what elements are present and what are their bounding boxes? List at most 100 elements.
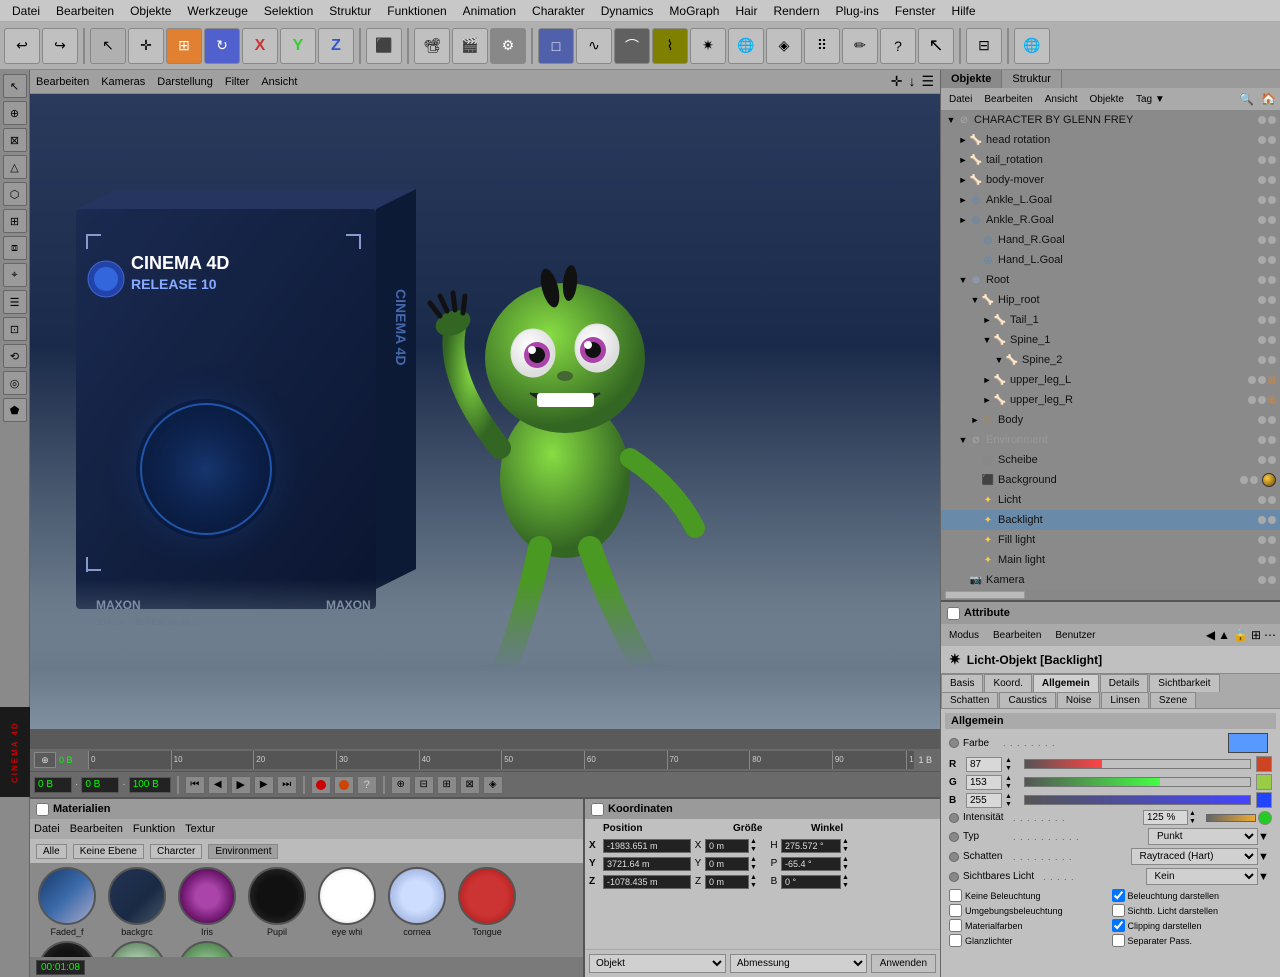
obj-ansicht[interactable]: Ansicht bbox=[1041, 93, 1082, 106]
attr-tab-koord[interactable]: Koord. bbox=[984, 674, 1031, 692]
dot1-21[interactable] bbox=[1258, 536, 1266, 544]
expand-10[interactable]: ► bbox=[981, 315, 993, 325]
vp-icon-down[interactable]: ↓ bbox=[908, 73, 915, 90]
record-pos-btn[interactable] bbox=[334, 776, 354, 794]
cb-umgebungs-input[interactable] bbox=[949, 904, 962, 917]
obj-row-spine_2[interactable]: ▼ 🦴 Spine_2 bbox=[941, 350, 1280, 370]
left-tool-13[interactable]: ⬟ bbox=[3, 398, 27, 422]
obj-datei[interactable]: Datei bbox=[945, 93, 976, 106]
dot1-2[interactable] bbox=[1258, 156, 1266, 164]
material-swatch-Pupil[interactable]: Pupil bbox=[244, 867, 310, 937]
timeline-goto-start[interactable]: ⊕ bbox=[34, 752, 56, 768]
render-btn[interactable]: 📽 bbox=[414, 28, 450, 64]
farbe-toggle[interactable] bbox=[949, 738, 959, 748]
dot2-11[interactable] bbox=[1268, 336, 1276, 344]
menu-mograph[interactable]: MoGraph bbox=[661, 2, 727, 20]
size-x-input[interactable] bbox=[705, 839, 749, 853]
intensity-input[interactable] bbox=[1143, 810, 1188, 825]
vp-ansicht[interactable]: Ansicht bbox=[261, 76, 297, 88]
dot2-8[interactable] bbox=[1268, 276, 1276, 284]
material-swatch-Fingern[interactable]: Fingern bbox=[34, 941, 100, 957]
pos-y-input[interactable] bbox=[603, 857, 691, 871]
keyframe-btn2[interactable]: ⊟ bbox=[414, 776, 434, 794]
size-z-input[interactable] bbox=[705, 875, 749, 889]
vp-bearbeiten[interactable]: Bearbeiten bbox=[36, 76, 89, 88]
dot1-22[interactable] bbox=[1258, 556, 1266, 564]
dot1-11[interactable] bbox=[1258, 336, 1266, 344]
expand-11[interactable]: ▼ bbox=[981, 335, 993, 345]
dot1-12[interactable] bbox=[1258, 356, 1266, 364]
obj-row-fill-light[interactable]: ✦ Fill light bbox=[941, 530, 1280, 550]
play-btn[interactable]: ▶ bbox=[231, 776, 251, 794]
rotate-tool[interactable]: ↻ bbox=[204, 28, 240, 64]
schatten-toggle[interactable] bbox=[949, 852, 959, 862]
left-tool-6[interactable]: ⊞ bbox=[3, 209, 27, 233]
goto-end-btn[interactable]: ⏭ bbox=[277, 776, 297, 794]
dot2-19[interactable] bbox=[1268, 496, 1276, 504]
attr-back-icon[interactable]: ◀ bbox=[1206, 628, 1215, 642]
dot2-4[interactable] bbox=[1268, 196, 1276, 204]
dot2-20[interactable] bbox=[1268, 516, 1276, 524]
left-tool-2[interactable]: ⊕ bbox=[3, 101, 27, 125]
menu-bearbeiten[interactable]: Bearbeiten bbox=[48, 2, 122, 20]
expand-2[interactable]: ► bbox=[957, 155, 969, 165]
dot2-0[interactable] bbox=[1268, 116, 1276, 124]
light-btn[interactable]: ✷ bbox=[690, 28, 726, 64]
mat-funktion[interactable]: Funktion bbox=[133, 823, 175, 835]
rgb-g-arrows[interactable]: ▲▼ bbox=[1005, 775, 1021, 790]
rgb-g-input[interactable] bbox=[966, 775, 1002, 790]
attr-tab-sichtbarkeit[interactable]: Sichtbarkeit bbox=[1149, 674, 1219, 692]
coord-select-mode[interactable]: Objekt Welt bbox=[589, 954, 726, 973]
dot2-15[interactable] bbox=[1268, 416, 1276, 424]
sichtbares-toggle[interactable] bbox=[949, 872, 959, 882]
material-swatch-Iris[interactable]: Iris bbox=[174, 867, 240, 937]
color-swatch[interactable] bbox=[1228, 733, 1268, 753]
obj-row-body-mover[interactable]: ► 🦴 body-mover bbox=[941, 170, 1280, 190]
obj-row-tail_rotation[interactable]: ► 🦴 tail_rotation bbox=[941, 150, 1280, 170]
attr-tab-caustics[interactable]: Caustics bbox=[999, 692, 1055, 708]
dot1-14[interactable] bbox=[1248, 396, 1256, 404]
rgb-g-slider[interactable] bbox=[1024, 777, 1251, 787]
left-select[interactable]: ↖ bbox=[3, 74, 27, 98]
angle-b-arrows[interactable]: ▲▼ bbox=[842, 874, 858, 889]
obj-row-head-rotation[interactable]: ► 🦴 head rotation bbox=[941, 130, 1280, 150]
menu-dynamics[interactable]: Dynamics bbox=[593, 2, 662, 20]
dot2-22[interactable] bbox=[1268, 556, 1276, 564]
expand-4[interactable]: ► bbox=[957, 195, 969, 205]
angle-p-arrows[interactable]: ▲▼ bbox=[842, 856, 858, 871]
expand-5[interactable]: ► bbox=[957, 215, 969, 225]
deform-btn[interactable]: ⌇ bbox=[652, 28, 688, 64]
rgb-r-input[interactable] bbox=[966, 757, 1002, 772]
obj-row-kamera[interactable]: 📷 Kamera bbox=[941, 570, 1280, 590]
material-swatch-eye whi[interactable]: eye whi bbox=[314, 867, 380, 937]
dot1-9[interactable] bbox=[1258, 296, 1266, 304]
dot2-7[interactable] bbox=[1268, 256, 1276, 264]
particle-btn[interactable]: ⠿ bbox=[804, 28, 840, 64]
size-y-input[interactable] bbox=[705, 857, 749, 871]
obj-row-hip_root[interactable]: ▼ 🦴 Hip_root bbox=[941, 290, 1280, 310]
rgb-b-input[interactable] bbox=[966, 793, 1002, 808]
apply-button[interactable]: Anwenden bbox=[871, 954, 936, 973]
expand-14[interactable]: ► bbox=[981, 395, 993, 405]
obj-home[interactable]: 🏠 bbox=[1261, 92, 1276, 106]
sketch-btn[interactable]: ✏ bbox=[842, 28, 878, 64]
dot1-23[interactable] bbox=[1258, 576, 1266, 584]
dot1-10[interactable] bbox=[1258, 316, 1266, 324]
tab-struktur[interactable]: Struktur bbox=[1002, 70, 1062, 88]
menu-datei[interactable]: Datei bbox=[4, 2, 48, 20]
menu-werkzeuge[interactable]: Werkzeuge bbox=[179, 2, 255, 20]
menu-objekte[interactable]: Objekte bbox=[122, 2, 179, 20]
layout-btn[interactable]: ⊟ bbox=[966, 28, 1002, 64]
dot1-5[interactable] bbox=[1258, 216, 1266, 224]
attr-split-icon[interactable]: ⊞ bbox=[1251, 628, 1261, 642]
size-x-arrows[interactable]: ▲▼ bbox=[750, 838, 766, 853]
dot2-12[interactable] bbox=[1268, 356, 1276, 364]
vp-filter[interactable]: Filter bbox=[225, 76, 249, 88]
mat-datei[interactable]: Datei bbox=[34, 823, 60, 835]
material-swatch-cornea[interactable]: cornea bbox=[384, 867, 450, 937]
pos-x-input[interactable] bbox=[603, 839, 691, 853]
expand-0[interactable]: ▼ bbox=[945, 115, 957, 125]
dot1-8[interactable] bbox=[1258, 276, 1266, 284]
mat-checkbox[interactable] bbox=[36, 803, 49, 816]
typ-toggle[interactable] bbox=[949, 832, 959, 842]
